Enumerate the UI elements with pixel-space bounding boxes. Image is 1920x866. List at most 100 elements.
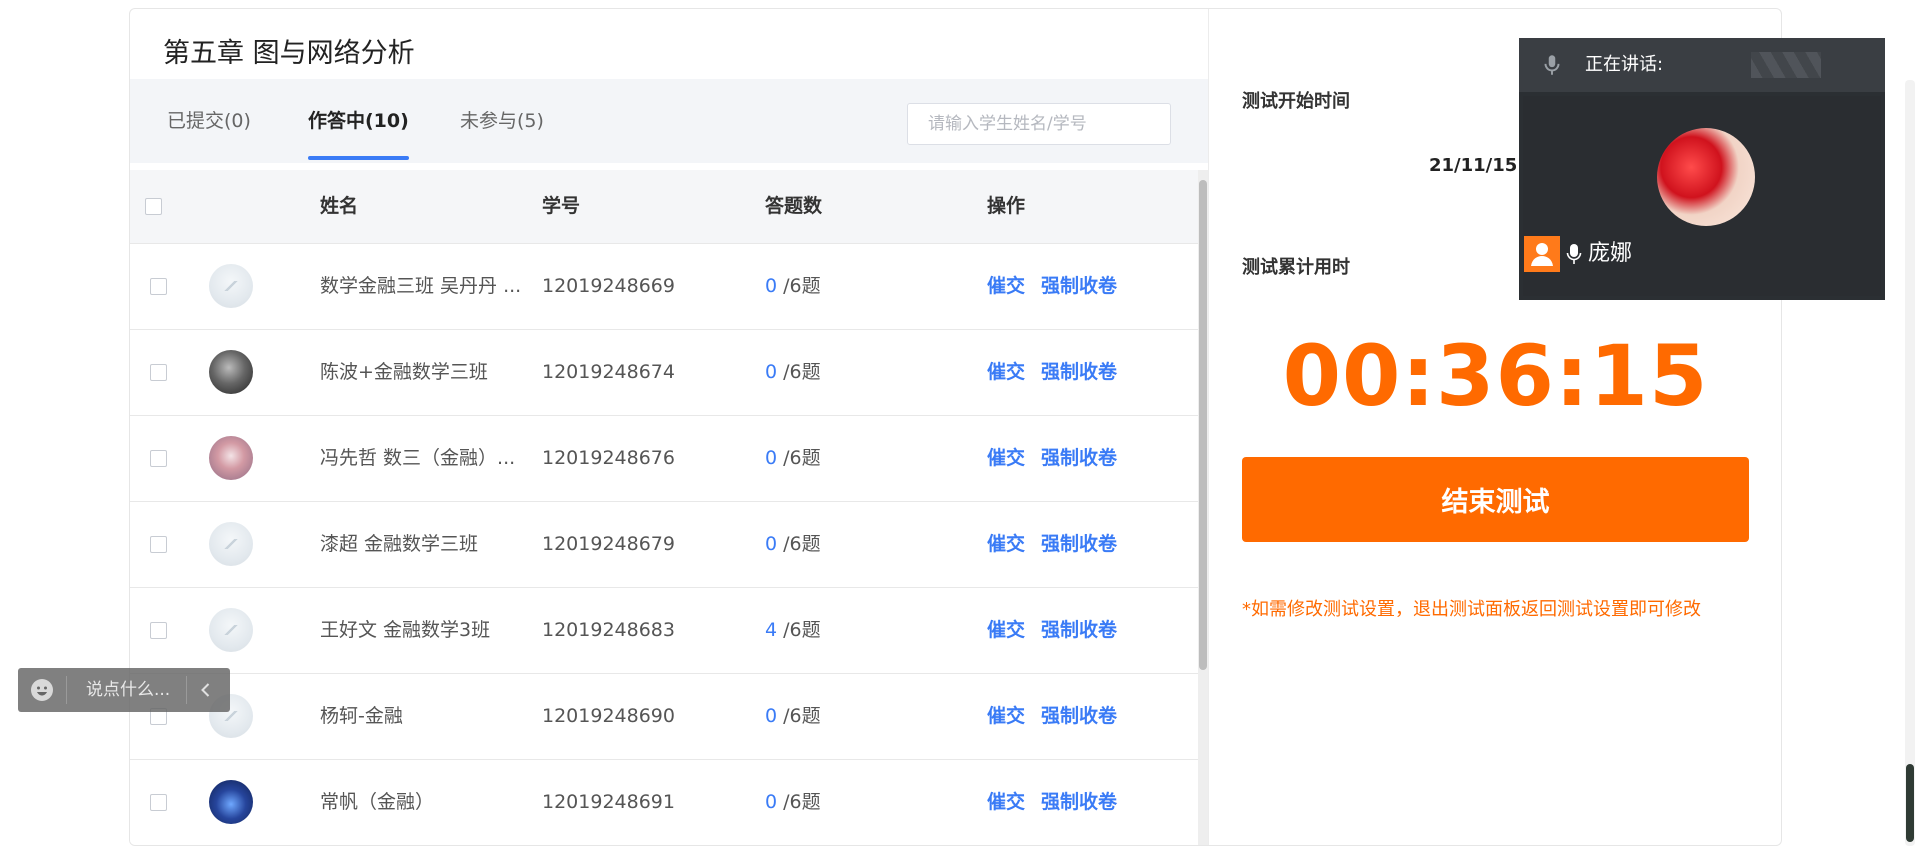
row-checkbox[interactable] xyxy=(150,450,167,467)
participant-name: 庞娜 xyxy=(1588,241,1633,266)
answer-count: 4 /6题 xyxy=(765,588,821,673)
column-header-name: 姓名 xyxy=(320,195,359,217)
select-all-checkbox[interactable] xyxy=(145,198,162,215)
avatar xyxy=(209,522,253,566)
student-name: 陈波+金融数学三班 xyxy=(320,361,488,383)
elapsed-timer: 00:36:15 xyxy=(1282,327,1709,425)
force-collect-link[interactable]: 强制收卷 xyxy=(1041,760,1117,845)
row-checkbox[interactable] xyxy=(150,622,167,639)
answered-number: 0 xyxy=(765,705,778,727)
row-checkbox[interactable] xyxy=(150,794,167,811)
table-header: 姓名 学号 答题数 操作 xyxy=(130,170,1198,244)
student-id: 12019248683 xyxy=(542,619,675,641)
student-name: 数学金融三班 吴丹丹 ... xyxy=(320,275,522,297)
question-total: /6题 xyxy=(783,791,821,813)
student-id: 12019248674 xyxy=(542,361,675,383)
force-collect-link[interactable]: 强制收卷 xyxy=(1041,502,1117,587)
answer-count: 0 /6题 xyxy=(765,760,821,845)
answered-number: 0 xyxy=(765,447,778,469)
answered-number: 0 xyxy=(765,275,778,297)
start-time-label: 测试开始时间 xyxy=(1242,91,1350,112)
end-test-button[interactable]: 结束测试 xyxy=(1242,457,1749,542)
student-table-body: 数学金融三班 吴丹丹 ... 12019248669 0 /6题 催交 强制收卷… xyxy=(130,244,1198,845)
avatar xyxy=(209,350,253,394)
urge-submit-link[interactable]: 催交 xyxy=(987,244,1025,329)
urge-submit-link[interactable]: 催交 xyxy=(987,588,1025,673)
student-name: 冯先哲 数三（金融）... xyxy=(320,447,516,469)
table-row: 冯先哲 数三（金融）... 12019248676 0 /6题 催交 强制收卷 xyxy=(130,416,1198,502)
table-row: 杨轲-金融 12019248690 0 /6题 催交 强制收卷 xyxy=(130,674,1198,760)
row-checkbox[interactable] xyxy=(150,364,167,381)
force-collect-link[interactable]: 强制收卷 xyxy=(1041,588,1117,673)
answer-count: 0 /6题 xyxy=(765,502,821,587)
column-header-id: 学号 xyxy=(542,195,581,217)
answer-count: 0 /6题 xyxy=(765,416,821,501)
urge-submit-link[interactable]: 催交 xyxy=(987,502,1025,587)
page-scrollbar-thumb[interactable] xyxy=(1906,764,1914,842)
avatar xyxy=(209,608,253,652)
avatar xyxy=(209,264,253,308)
tab-bar: 已提交(0) 作答中(10) 未参与(5) xyxy=(130,79,1208,163)
video-header: 正在讲话: xyxy=(1519,38,1885,92)
student-name: 常帆（金融） xyxy=(320,791,435,813)
column-header-ops: 操作 xyxy=(987,195,1026,217)
urge-submit-link[interactable]: 催交 xyxy=(987,416,1025,501)
page-title: 第五章 图与网络分析 xyxy=(163,38,415,69)
row-checkbox[interactable] xyxy=(150,536,167,553)
video-frame xyxy=(1523,96,1881,296)
urge-submit-link[interactable]: 催交 xyxy=(987,760,1025,845)
tab-answering[interactable]: 作答中(10) xyxy=(308,79,409,163)
question-total: /6题 xyxy=(783,275,821,297)
urge-submit-link[interactable]: 催交 xyxy=(987,330,1025,415)
chat-placeholder[interactable]: 说点什么... xyxy=(86,668,170,712)
answer-count: 0 /6题 xyxy=(765,674,821,759)
chevron-left-icon[interactable] xyxy=(196,680,216,700)
question-total: /6题 xyxy=(783,619,821,641)
table-row: 常帆（金融） 12019248691 0 /6题 催交 强制收卷 xyxy=(130,760,1198,845)
force-collect-link[interactable]: 强制收卷 xyxy=(1041,330,1117,415)
student-name: 王好文 金融数学3班 xyxy=(320,619,491,641)
answered-number: 0 xyxy=(765,791,778,813)
student-id: 12019248691 xyxy=(542,791,675,813)
urge-submit-link[interactable]: 催交 xyxy=(987,674,1025,759)
table-scrollbar-thumb[interactable] xyxy=(1199,180,1207,670)
answered-number: 4 xyxy=(765,619,778,641)
student-id: 12019248669 xyxy=(542,275,675,297)
chat-separator xyxy=(66,676,67,704)
video-call-window[interactable]: 正在讲话: 庞娜 xyxy=(1519,38,1885,300)
table-row: 漆超 金融数学三班 12019248679 0 /6题 催交 强制收卷 xyxy=(130,502,1198,588)
tab-not-participated[interactable]: 未参与(5) xyxy=(460,79,544,163)
tab-submitted[interactable]: 已提交(0) xyxy=(167,79,251,163)
force-collect-link[interactable]: 强制收卷 xyxy=(1041,416,1117,501)
participant-avatar xyxy=(1657,128,1755,226)
question-total: /6题 xyxy=(783,447,821,469)
force-collect-link[interactable]: 强制收卷 xyxy=(1041,674,1117,759)
student-id: 12019248690 xyxy=(542,705,675,727)
student-name: 漆超 金融数学三班 xyxy=(320,533,479,555)
chat-input-bar[interactable]: 说点什么... xyxy=(18,668,230,712)
participant-mic-icon xyxy=(1566,244,1582,264)
table-scrollbar[interactable] xyxy=(1198,170,1208,845)
row-checkbox[interactable] xyxy=(150,278,167,295)
page-scrollbar[interactable] xyxy=(1905,80,1915,846)
avatar xyxy=(209,780,253,824)
force-collect-link[interactable]: 强制收卷 xyxy=(1041,244,1117,329)
column-header-count: 答题数 xyxy=(765,195,823,217)
emoji-icon[interactable] xyxy=(30,678,54,702)
table-row: 数学金融三班 吴丹丹 ... 12019248669 0 /6题 催交 强制收卷 xyxy=(130,244,1198,330)
user-icon xyxy=(1524,236,1560,272)
microphone-icon xyxy=(1544,55,1560,75)
table-row: 陈波+金融数学三班 12019248674 0 /6题 催交 强制收卷 xyxy=(130,330,1198,416)
question-total: /6题 xyxy=(783,533,821,555)
question-total: /6题 xyxy=(783,705,821,727)
question-total: /6题 xyxy=(783,361,821,383)
chat-separator xyxy=(186,676,187,704)
avatar xyxy=(209,436,253,480)
active-tab-indicator xyxy=(308,156,409,160)
student-list-panel: 第五章 图与网络分析 已提交(0) 作答中(10) 未参与(5) 姓名 学号 答… xyxy=(130,9,1208,845)
elapsed-time-label: 测试累计用时 xyxy=(1242,257,1350,278)
search-input[interactable] xyxy=(907,103,1171,145)
student-name: 杨轲-金融 xyxy=(320,705,403,727)
answer-count: 0 /6题 xyxy=(765,244,821,329)
student-id: 12019248679 xyxy=(542,533,675,555)
